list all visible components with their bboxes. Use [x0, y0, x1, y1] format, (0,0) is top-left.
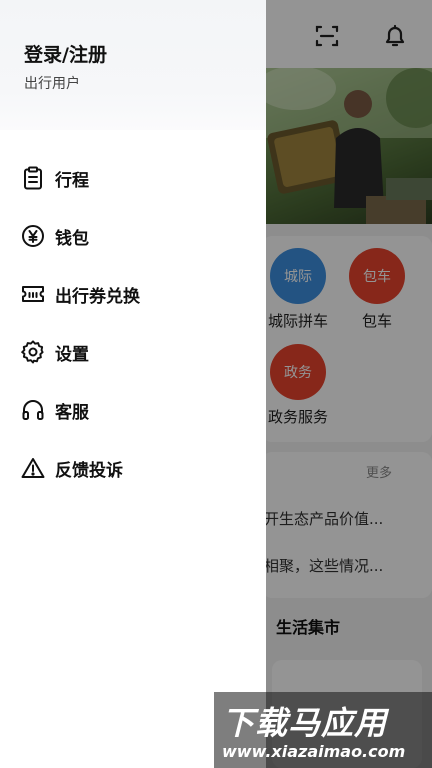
menu-item-customer-service[interactable]: 客服	[20, 390, 260, 430]
menu-item-label: 反馈投诉	[55, 460, 123, 481]
watermark-logo: 下载马应用	[222, 704, 388, 742]
menu-item-settings[interactable]: 设置	[20, 332, 260, 372]
headset-icon	[20, 397, 46, 423]
menu-item-label: 钱包	[55, 228, 89, 249]
menu-item-feedback-complaint[interactable]: 反馈投诉	[20, 448, 260, 488]
watermark-url: www.xiazaimao.com	[222, 742, 406, 761]
menu-item-voucher-redeem[interactable]: 出行券兑换	[20, 274, 260, 314]
menu-item-wallet[interactable]: 钱包	[20, 216, 260, 256]
user-type-label: 出行用户	[24, 76, 80, 92]
login-register-link[interactable]: 登录/注册	[24, 40, 107, 67]
clipboard-icon	[20, 165, 46, 191]
menu-item-label: 客服	[55, 402, 89, 423]
menu-item-label: 出行券兑换	[55, 286, 140, 307]
menu-item-trips[interactable]: 行程	[20, 158, 260, 198]
warning-triangle-icon	[20, 455, 46, 481]
yuan-circle-icon	[20, 223, 46, 249]
side-drawer: 登录/注册 出行用户 行程 钱包 出行券兑换 设置 客服 反馈投诉	[0, 0, 266, 768]
menu-item-label: 行程	[55, 170, 89, 191]
menu-item-label: 设置	[55, 344, 89, 365]
ticket-icon	[20, 281, 46, 307]
gear-icon	[20, 339, 46, 365]
